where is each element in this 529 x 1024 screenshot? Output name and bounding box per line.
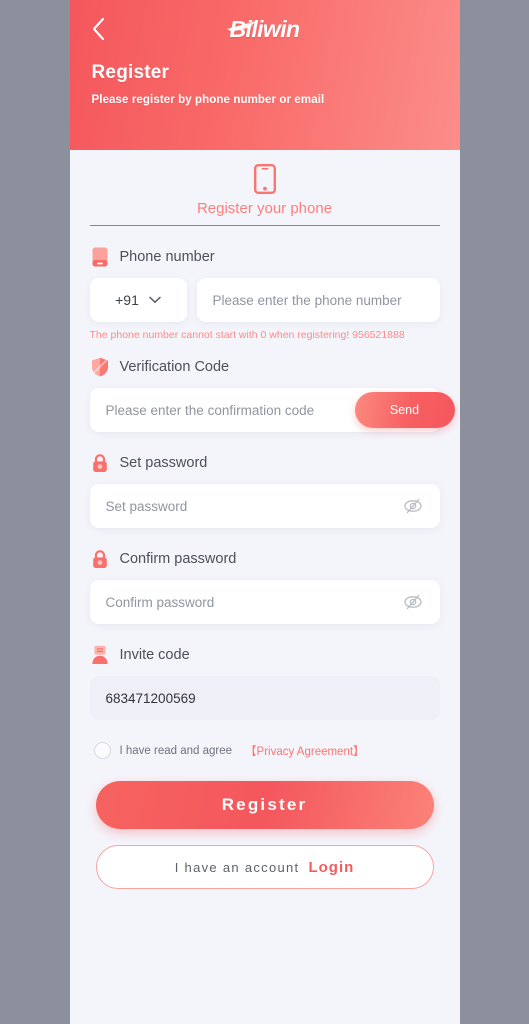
- tab-label: Register your phone: [196, 200, 333, 217]
- phone-number-label: Phone number: [119, 248, 215, 265]
- lock-icon: [90, 452, 111, 473]
- login-label: Login: [308, 858, 355, 876]
- logo-text: Biliwin: [229, 16, 301, 42]
- confirm-password-label: Confirm password: [119, 550, 237, 567]
- set-password-label: Set password: [119, 454, 208, 471]
- action-buttons: Register I have an account Login: [70, 781, 460, 889]
- confirm-password-placeholder: Confirm password: [105, 594, 215, 610]
- send-code-button[interactable]: Send: [354, 392, 455, 428]
- register-button[interactable]: Register: [95, 781, 434, 829]
- verification-code-label: Verification Code: [119, 358, 230, 375]
- country-code-value: +91: [115, 292, 139, 308]
- eye-off-icon[interactable]: [402, 495, 424, 517]
- phone-number-field: Phone number +91 Please enter the phone …: [89, 246, 440, 342]
- invite-code-value: 683471200569: [105, 690, 196, 706]
- login-prefix-text: I have an account: [174, 859, 300, 875]
- user-card-icon: [90, 644, 111, 665]
- confirm-password-input[interactable]: Confirm password: [89, 580, 440, 624]
- tab-register-phone[interactable]: Register your phone: [89, 164, 440, 226]
- invite-code-label: Invite code: [119, 646, 190, 663]
- smartphone-icon: [90, 164, 440, 194]
- tab-bar: Register your phone: [70, 150, 460, 226]
- registration-form: Phone number +91 Please enter the phone …: [70, 246, 460, 759]
- privacy-agreement-link[interactable]: 【Privacy Agreement】: [245, 743, 365, 759]
- page-title: Register: [91, 62, 170, 83]
- phone-number-error: The phone number cannot start with 0 whe…: [89, 329, 405, 341]
- phone-input-row: +91 Please enter the phone number: [89, 278, 440, 322]
- confirm-password-field: Confirm password Confirm password: [89, 548, 440, 624]
- shield-icon: [90, 356, 111, 377]
- country-code-select[interactable]: +91: [89, 278, 187, 322]
- registration-screen: Biliwin Register Please register by phon…: [69, 0, 460, 1024]
- navigation-bar: Biliwin: [92, 14, 438, 48]
- phone-number-input[interactable]: Please enter the phone number: [196, 278, 440, 322]
- verification-code-field: Verification Code Please enter the confi…: [89, 356, 455, 432]
- invite-code-label-row: Invite code: [90, 644, 440, 665]
- privacy-agreement-row: I have read and agree 【Privacy Agreement…: [90, 742, 440, 759]
- login-button[interactable]: I have an account Login: [95, 845, 434, 889]
- phone-number-label-row: Phone number: [90, 246, 440, 267]
- set-password-input[interactable]: Set password: [89, 484, 440, 528]
- confirm-password-label-row: Confirm password: [90, 548, 440, 569]
- back-button[interactable]: [92, 16, 118, 42]
- page-subtitle: Please register by phone number or email: [91, 94, 325, 106]
- invite-code-input[interactable]: 683471200569: [89, 676, 440, 720]
- verification-code-label-row: Verification Code: [90, 356, 440, 377]
- invite-code-field: Invite code 683471200569: [89, 644, 440, 720]
- phone-icon: [90, 246, 111, 267]
- agreement-text: I have read and agree: [119, 744, 233, 757]
- set-password-placeholder: Set password: [105, 498, 188, 514]
- phone-number-placeholder: Please enter the phone number: [212, 292, 402, 308]
- app-logo: Biliwin: [226, 14, 301, 44]
- set-password-field: Set password Set password: [89, 452, 440, 528]
- eye-off-icon[interactable]: [402, 591, 424, 613]
- page-header: Biliwin Register Please register by phon…: [69, 0, 460, 150]
- set-password-label-row: Set password: [90, 452, 440, 473]
- lock-icon: [90, 548, 111, 569]
- verification-code-row: Please enter the confirmation code Send: [89, 388, 455, 432]
- chevron-down-icon: [149, 296, 161, 303]
- chevron-left-icon: [92, 18, 104, 40]
- agreement-checkbox[interactable]: [93, 742, 111, 759]
